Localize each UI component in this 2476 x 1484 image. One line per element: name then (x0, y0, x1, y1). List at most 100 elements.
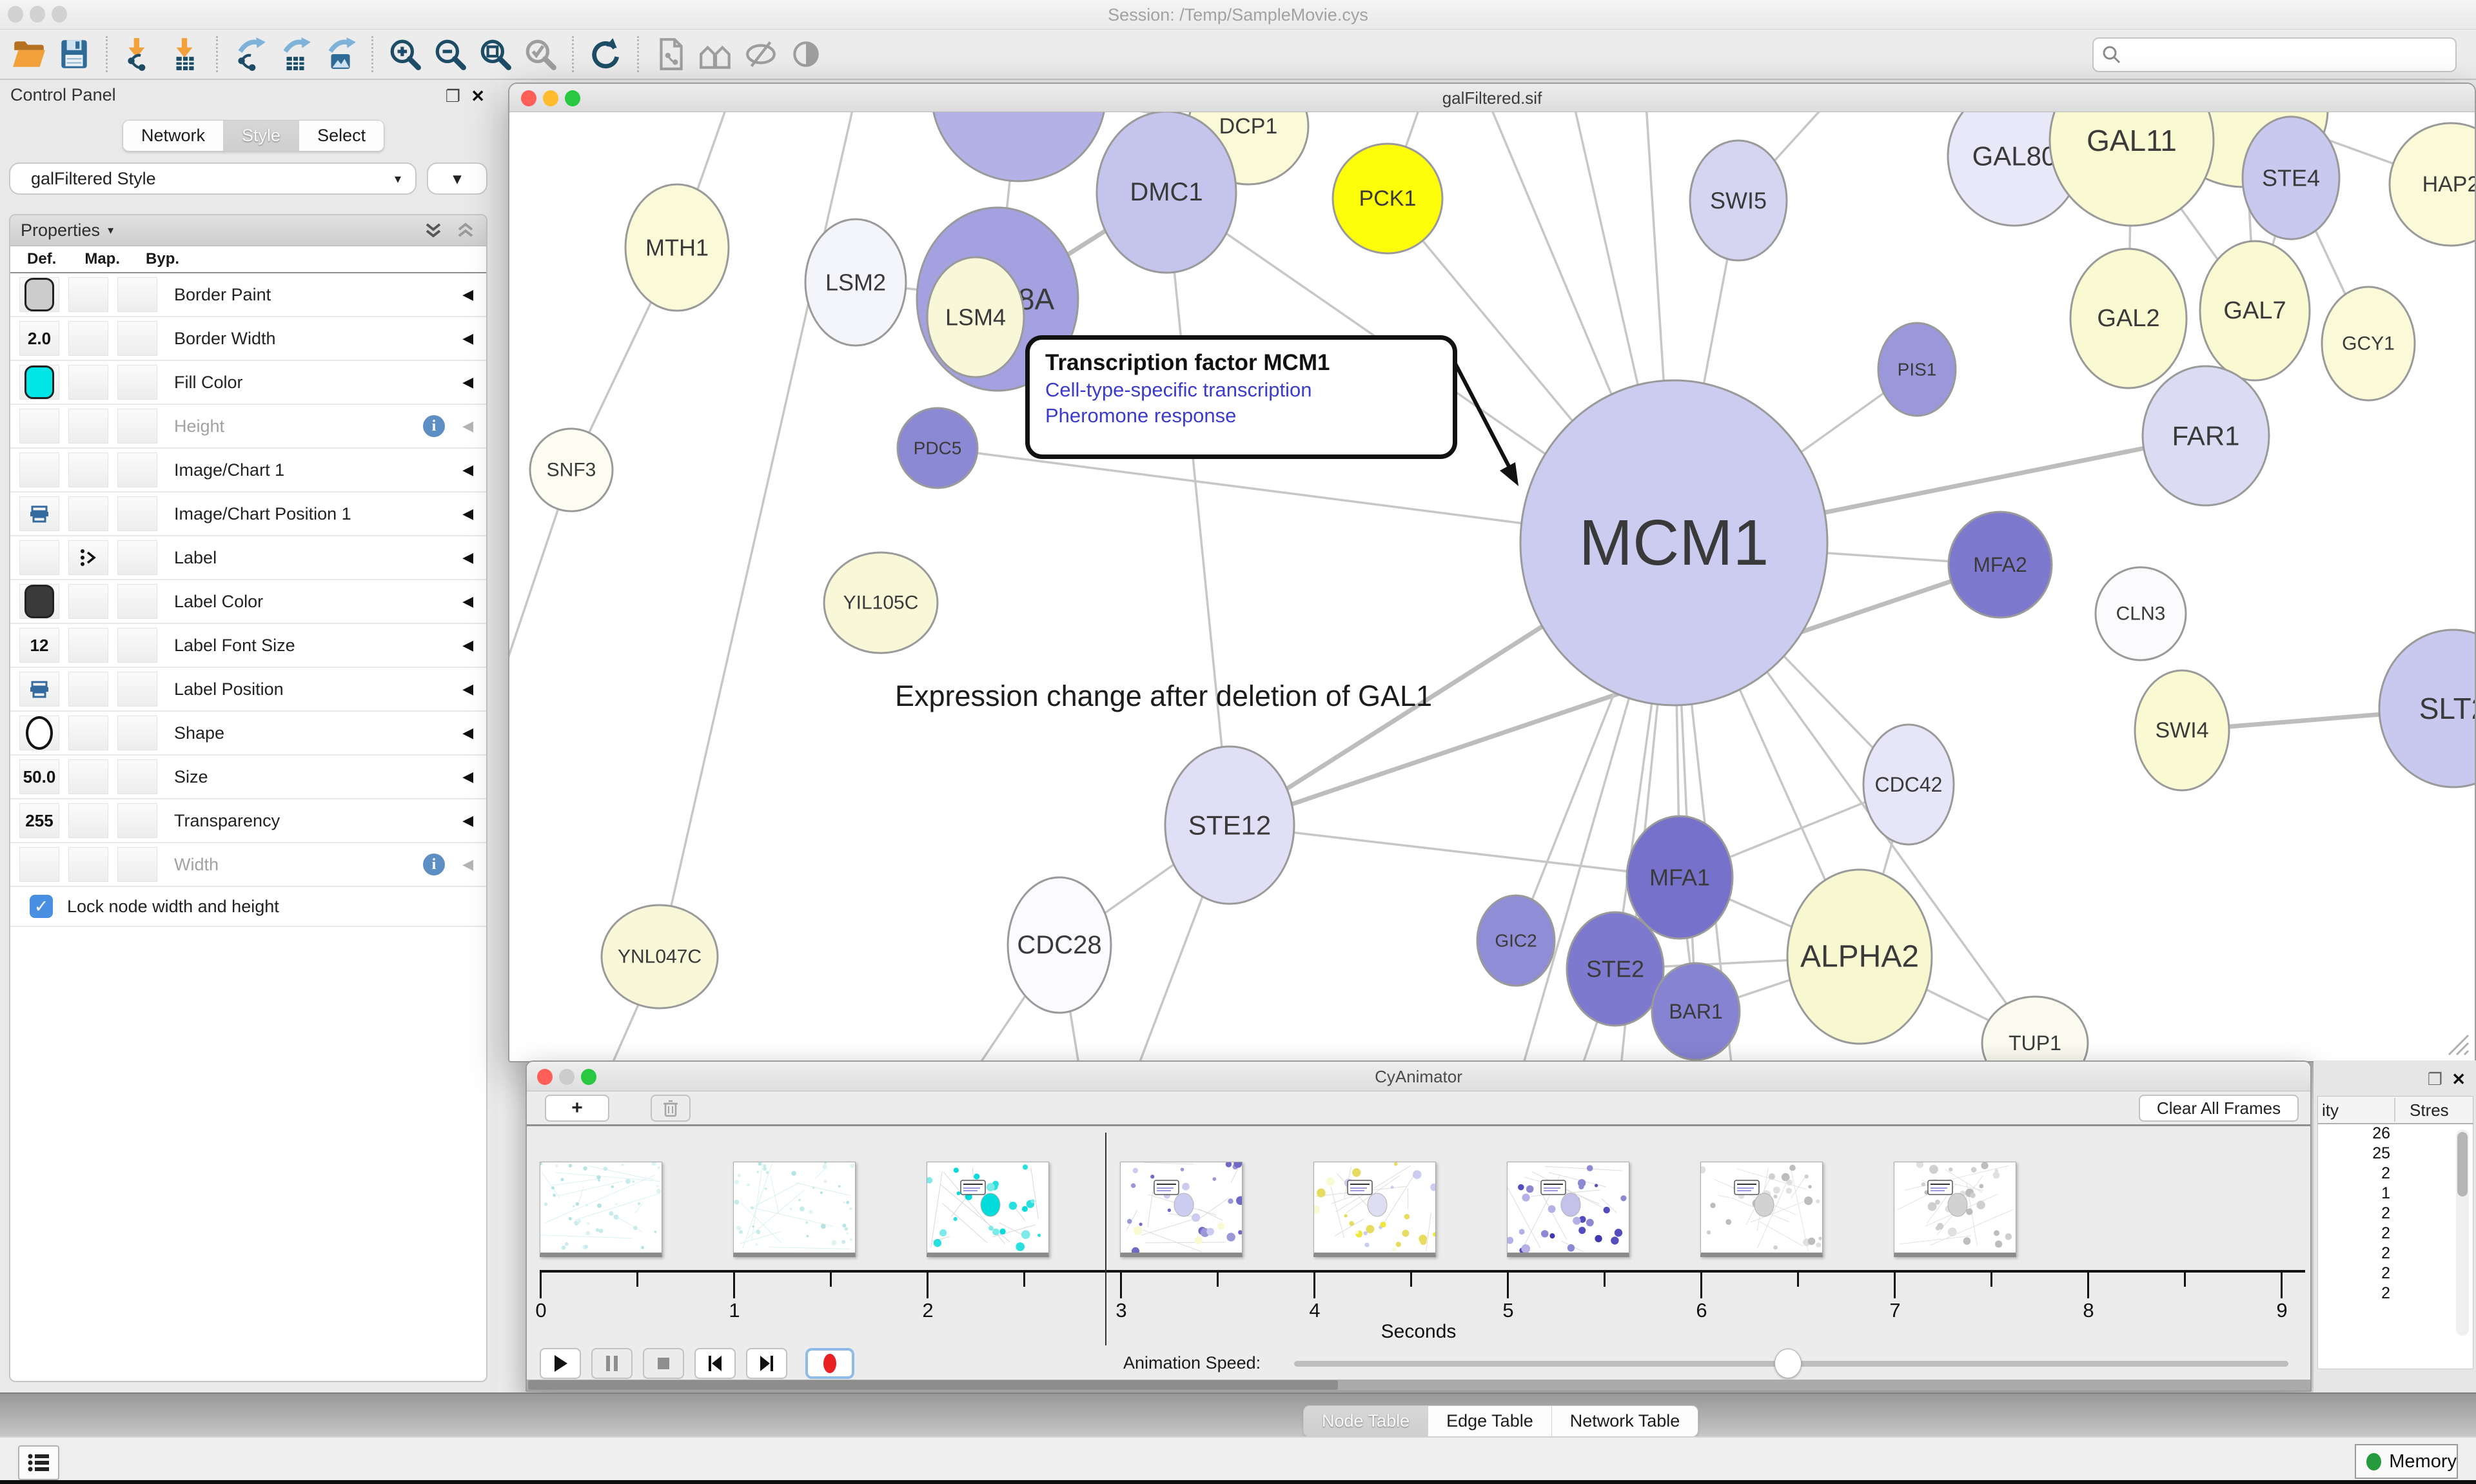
search-input[interactable] (2122, 45, 2432, 65)
table-scrollbar[interactable] (2456, 1129, 2469, 1336)
frame-thumbnail-2[interactable] (927, 1162, 1049, 1257)
network-node-far1[interactable]: FAR1 (2143, 366, 2269, 505)
slider-handle[interactable] (1774, 1349, 1802, 1378)
hide-graphics-details-icon[interactable] (742, 35, 780, 73)
default-value-cell[interactable]: 12 (19, 628, 59, 663)
frame-thumbnail-5[interactable] (1507, 1162, 1629, 1257)
mapping-cell[interactable] (68, 716, 108, 750)
collapse-arrow-icon[interactable]: ◀ (462, 505, 473, 522)
float-panel-icon[interactable]: ❐ (2428, 1069, 2442, 1089)
frame-thumbnail-7[interactable] (1894, 1162, 2016, 1257)
network-node-gal11[interactable]: GAL11 (2050, 112, 2214, 226)
collapse-arrow-icon[interactable]: ◀ (462, 856, 473, 873)
property-row-image-chart-1[interactable]: Image/Chart 1◀ (10, 449, 486, 493)
mapping-cell[interactable] (68, 277, 108, 312)
collapse-arrow-icon[interactable]: ◀ (462, 637, 473, 654)
network-node-hap2[interactable]: HAP2 (2390, 123, 2475, 246)
default-value-cell[interactable] (19, 847, 59, 882)
collapse-arrow-icon[interactable]: ◀ (462, 768, 473, 785)
table-cell-value[interactable]: 1 (2318, 1184, 2473, 1204)
bypass-cell[interactable] (117, 277, 157, 312)
network-node-lsm4[interactable]: LSM4 (927, 257, 1024, 377)
mapping-cell[interactable] (68, 672, 108, 707)
collapse-arrow-icon[interactable]: ◀ (462, 812, 473, 829)
info-icon[interactable]: i (423, 415, 445, 437)
property-row-label[interactable]: Label◀ (10, 536, 486, 580)
mcm1-annotation[interactable]: Transcription factor MCM1 Cell-type-spec… (1025, 335, 1457, 459)
property-row-border-width[interactable]: 2.0Border Width◀ (10, 317, 486, 361)
collapse-arrow-icon[interactable]: ◀ (462, 725, 473, 741)
tab-node-table[interactable]: Node Table (1304, 1406, 1428, 1436)
export-table-icon[interactable] (276, 35, 313, 73)
search-box[interactable] (2092, 37, 2457, 72)
mapping-cell[interactable] (68, 628, 108, 663)
tab-style[interactable]: Style (224, 121, 299, 151)
zoom-fit-icon[interactable] (477, 35, 514, 73)
network-node-alpha2[interactable]: ALPHA2 (1787, 870, 1932, 1044)
property-row-shape[interactable]: Shape◀ (10, 712, 486, 756)
property-row-label-color[interactable]: Label Color◀ (10, 580, 486, 624)
default-value-cell[interactable] (19, 277, 59, 312)
network-node-snf3[interactable]: SNF3 (530, 429, 613, 511)
timeline-playhead[interactable] (1105, 1133, 1106, 1345)
show-graphics-details-icon[interactable] (787, 35, 825, 73)
network-node-ynl047c[interactable]: YNL047C (602, 905, 718, 1008)
property-row-height[interactable]: Heighti◀ (10, 405, 486, 449)
default-value-cell[interactable] (19, 453, 59, 487)
mapping-cell[interactable] (68, 540, 108, 575)
default-value-cell[interactable]: 50.0 (19, 759, 59, 794)
import-table-icon[interactable] (166, 35, 203, 73)
table-cell-value[interactable]: 2 (2318, 1164, 2473, 1184)
network-node-gal2[interactable]: GAL2 (2070, 249, 2186, 388)
memory-button[interactable]: Memory (2355, 1444, 2458, 1479)
delete-frame-button[interactable] (651, 1095, 691, 1122)
annotation-link[interactable]: Pheromone response (1045, 404, 1437, 427)
expand-all-icon[interactable] (423, 220, 444, 241)
frame-thumbnail-4[interactable] (1313, 1162, 1436, 1257)
network-node-mfa1[interactable]: MFA1 (1627, 816, 1733, 939)
chevron-down-icon[interactable]: ▾ (108, 224, 113, 237)
save-session-icon[interactable] (55, 35, 93, 73)
tab-select[interactable]: Select (299, 121, 384, 151)
network-node-pis1[interactable]: PIS1 (1878, 323, 1956, 416)
close-panel-icon[interactable]: ✕ (2451, 1069, 2466, 1089)
tab-network[interactable]: Network (123, 121, 224, 151)
play-button[interactable] (540, 1348, 581, 1379)
zoom-selected-icon[interactable] (522, 35, 559, 73)
zoom-in-icon[interactable] (386, 35, 424, 73)
default-value-cell[interactable]: 255 (19, 803, 59, 838)
bypass-cell[interactable] (117, 803, 157, 838)
network-node-ste4[interactable]: STE4 (2243, 117, 2339, 239)
network-node-gal7[interactable]: GAL7 (2200, 241, 2310, 380)
style-options-button[interactable]: ▾ (427, 162, 487, 195)
bypass-cell[interactable] (117, 847, 157, 882)
collapse-arrow-icon[interactable]: ◀ (462, 462, 473, 478)
property-row-fill-color[interactable]: Fill Color◀ (10, 361, 486, 405)
table-cell-value[interactable]: 2 (2318, 1224, 2473, 1244)
frame-thumbnail-1[interactable] (733, 1162, 856, 1257)
mapping-cell[interactable] (68, 584, 108, 619)
default-value-cell[interactable] (19, 540, 59, 575)
scrollbar-thumb[interactable] (2457, 1132, 2468, 1196)
animation-speed-slider[interactable] (1294, 1361, 2288, 1367)
network-node-swi4[interactable]: SWI4 (2135, 670, 2229, 790)
property-row-width[interactable]: Widthi◀ (10, 843, 486, 887)
network-node-dmc1[interactable]: DMC1 (1097, 112, 1236, 273)
refresh-icon[interactable] (587, 35, 624, 73)
table-col-ity[interactable]: ity (2322, 1100, 2339, 1120)
table-cell-value[interactable]: 25 (2318, 1144, 2473, 1164)
add-frame-button[interactable]: + (545, 1095, 609, 1122)
stop-button[interactable] (643, 1348, 684, 1379)
network-node-rps28b[interactable]: RPS28B (932, 112, 1106, 181)
network-node-ste12[interactable]: STE12 (1165, 747, 1294, 904)
style-selector[interactable]: galFiltered Style ▾ (9, 162, 417, 195)
bypass-cell[interactable] (117, 496, 157, 531)
network-node-mcm1[interactable]: MCM1 (1520, 380, 1827, 705)
float-panel-icon[interactable]: ❐ (446, 86, 460, 106)
close-panel-icon[interactable]: ✕ (471, 86, 485, 106)
network-window-titlebar[interactable]: galFiltered.sif (509, 84, 2475, 112)
mapping-cell[interactable] (68, 803, 108, 838)
mapping-cell[interactable] (68, 759, 108, 794)
default-value-cell[interactable]: 2.0 (19, 321, 59, 356)
bypass-cell[interactable] (117, 672, 157, 707)
